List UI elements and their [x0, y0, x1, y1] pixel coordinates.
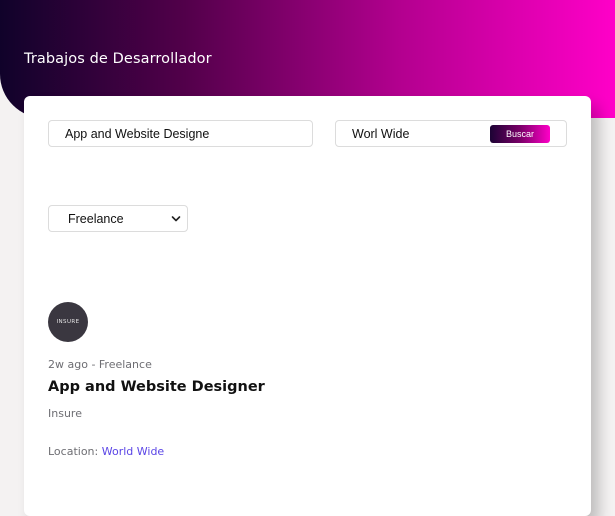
job-meta: 2w ago - Freelance — [48, 358, 152, 371]
location-label: Location: — [48, 445, 99, 458]
company-name: Insure — [48, 407, 82, 420]
page-title: Trabajos de Desarrollador — [24, 51, 212, 67]
location-link[interactable]: World Wide — [102, 445, 164, 458]
search-button[interactable]: Buscar — [490, 125, 550, 143]
job-type-select[interactable]: Freelance — [48, 205, 188, 232]
company-logo-text: INSURE — [56, 319, 80, 325]
jobs-card: Buscar Freelance INSURE 2w ago - Freelan… — [24, 96, 591, 516]
job-location: Location: World Wide — [48, 445, 164, 458]
location-input[interactable] — [336, 121, 502, 146]
company-logo: INSURE — [48, 302, 88, 342]
job-type-selected-value: Freelance — [68, 212, 124, 226]
location-search-field: Buscar — [335, 120, 567, 147]
job-title[interactable]: App and Website Designer — [48, 379, 265, 395]
job-search-input[interactable] — [48, 120, 313, 147]
chevron-down-icon — [171, 216, 181, 222]
